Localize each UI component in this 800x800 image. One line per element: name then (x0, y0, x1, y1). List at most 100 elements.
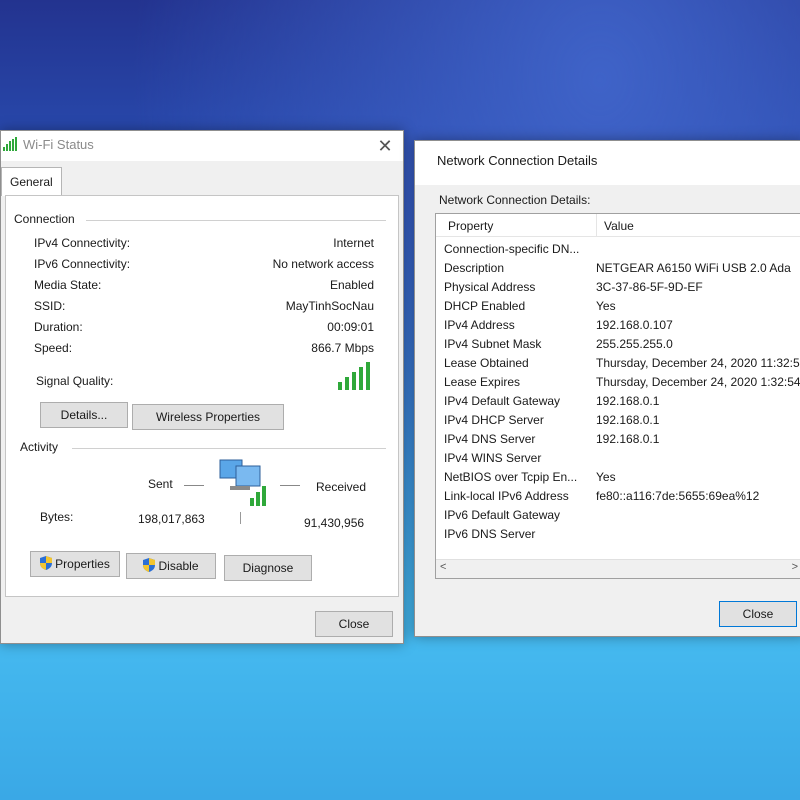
wifi-status-window: Wi-Fi Status ✕ General Connection IPv4 C… (0, 130, 404, 644)
row-value: MayTinhSocNau (285, 299, 374, 313)
signal-quality-icon (338, 362, 374, 390)
value-cell: 192.168.0.1 (596, 394, 660, 408)
value-cell: 192.168.0.107 (596, 318, 673, 332)
general-panel: Connection IPv4 Connectivity: Internet I… (5, 195, 399, 597)
row-key: Speed: (34, 341, 73, 355)
tab-general[interactable]: General (1, 167, 62, 196)
property-cell: Physical Address (444, 280, 536, 294)
property-cell: NetBIOS over Tcpip En... (444, 470, 578, 484)
bytes-label: Bytes: (40, 510, 74, 524)
uac-shield-icon (143, 558, 156, 572)
network-computers-icon (219, 459, 266, 506)
tab-strip: General (1, 161, 403, 196)
list-item[interactable]: IPv6 DNS Server (436, 525, 800, 544)
property-cell: IPv4 Address (444, 318, 515, 332)
row-value: No network access (272, 257, 374, 271)
value-cell: 3C-37-86-5F-9D-EF (596, 280, 703, 294)
details-list[interactable]: Property Value Connection-specific DN...… (435, 213, 800, 579)
column-header-property[interactable]: Property (448, 219, 493, 233)
row-value: 866.7 Mbps (311, 341, 374, 355)
list-header: Property Value (436, 214, 800, 237)
signal-bar (366, 362, 370, 390)
list-item[interactable]: Lease Obtained Thursday, December 24, 202… (436, 354, 800, 373)
media-state-row: Media State: Enabled (34, 278, 374, 298)
property-cell: IPv4 DHCP Server (444, 413, 544, 427)
speed-row: Speed: 866.7 Mbps (34, 341, 374, 361)
bytes-divider (240, 512, 241, 524)
diagnose-button[interactable]: Diagnose (224, 555, 312, 581)
list-item[interactable]: Link-local IPv6 Address fe80::a116:7de:56… (436, 487, 800, 506)
value-cell: 192.168.0.1 (596, 432, 660, 446)
value-cell: 255.255.255.0 (596, 337, 673, 351)
close-button[interactable]: Close (315, 611, 393, 637)
row-key: Media State: (34, 278, 102, 292)
property-cell: DHCP Enabled (444, 299, 526, 313)
close-button[interactable]: Close (719, 601, 797, 627)
window-title: Network Connection Details (437, 153, 598, 168)
property-cell: IPv4 Default Gateway (444, 394, 561, 408)
signal-bar (359, 367, 363, 390)
wireless-properties-button[interactable]: Wireless Properties (132, 404, 284, 430)
scroll-right-arrow-icon[interactable]: > (792, 561, 798, 573)
list-item[interactable]: Physical Address 3C-37-86-5F-9D-EF (436, 278, 800, 297)
list-item[interactable]: IPv4 Address 192.168.0.107 (436, 316, 800, 335)
duration-row: Duration: 00:09:01 (34, 320, 374, 340)
sent-line (184, 485, 204, 486)
list-item[interactable]: DHCP Enabled Yes (436, 297, 800, 316)
signal-bar (345, 377, 349, 390)
ssid-row: SSID: MayTinhSocNau (34, 299, 374, 319)
property-cell: IPv6 Default Gateway (444, 508, 561, 522)
disable-button[interactable]: Disable (126, 553, 216, 579)
property-cell: IPv6 DNS Server (444, 527, 536, 541)
horizontal-scrollbar[interactable]: < > (436, 559, 800, 578)
signal-quality-label: Signal Quality: (36, 374, 114, 388)
properties-button-label: Properties (55, 557, 110, 571)
close-icon[interactable]: ✕ (367, 131, 403, 161)
value-cell: 192.168.0.1 (596, 413, 660, 427)
row-key: Duration: (34, 320, 83, 334)
list-item[interactable]: IPv6 Default Gateway (436, 506, 800, 525)
column-header-value[interactable]: Value (604, 219, 634, 233)
scroll-left-arrow-icon[interactable]: < (440, 561, 446, 573)
property-cell: IPv4 WINS Server (444, 451, 542, 465)
list-item[interactable]: Description NETGEAR A6150 WiFi USB 2.0 Ad… (436, 259, 800, 278)
properties-button[interactable]: Properties (30, 551, 120, 577)
bytes-received-value: 91,430,956 (304, 516, 365, 530)
column-separator[interactable] (596, 214, 597, 236)
list-item[interactable]: Connection-specific DN... (436, 240, 800, 259)
group-divider (72, 448, 386, 449)
property-cell: Link-local IPv6 Address (444, 489, 569, 503)
window-title: Wi-Fi Status (23, 137, 94, 152)
title-bar[interactable]: Wi-Fi Status ✕ (1, 131, 403, 161)
title-bar[interactable]: Network Connection Details (415, 141, 800, 185)
property-cell: Lease Obtained (444, 356, 529, 370)
list-item[interactable]: IPv4 Subnet Mask 255.255.255.0 (436, 335, 800, 354)
property-cell: Connection-specific DN... (444, 242, 580, 256)
details-subtitle: Network Connection Details: (439, 193, 591, 207)
row-key: IPv4 Connectivity: (34, 236, 131, 250)
value-cell: Yes (596, 470, 616, 484)
list-item[interactable]: NetBIOS over Tcpip En... Yes (436, 468, 800, 487)
details-button[interactable]: Details... (40, 402, 128, 428)
connection-group-label: Connection (14, 212, 79, 226)
property-cell: IPv4 Subnet Mask (444, 337, 542, 351)
value-cell: Thursday, December 24, 2020 11:32:5 (596, 356, 800, 370)
list-item[interactable]: IPv4 WINS Server (436, 449, 800, 468)
property-cell: Description (444, 261, 505, 275)
bytes-sent-value: 198,017,863 (138, 512, 205, 526)
row-value: 00:09:01 (327, 320, 374, 334)
property-cell: Lease Expires (444, 375, 521, 389)
value-cell: NETGEAR A6150 WiFi USB 2.0 Ada (596, 261, 791, 275)
list-item[interactable]: IPv4 DNS Server 192.168.0.1 (436, 430, 800, 449)
signal-bar (338, 382, 342, 390)
received-label: Received (316, 480, 367, 494)
ipv4-connectivity-row: IPv4 Connectivity: Internet (34, 236, 374, 256)
wifi-signal-icon (3, 137, 17, 151)
value-cell: Thursday, December 24, 2020 1:32:54 (596, 375, 800, 389)
list-item[interactable]: IPv4 DHCP Server 192.168.0.1 (436, 411, 800, 430)
list-item[interactable]: IPv4 Default Gateway 192.168.0.1 (436, 392, 800, 411)
activity-group-label: Activity (20, 440, 63, 454)
list-item[interactable]: Lease Expires Thursday, December 24, 2020… (436, 373, 800, 392)
value-cell: fe80::a116:7de:5655:69ea%12 (596, 489, 760, 503)
disable-button-label: Disable (158, 559, 199, 573)
